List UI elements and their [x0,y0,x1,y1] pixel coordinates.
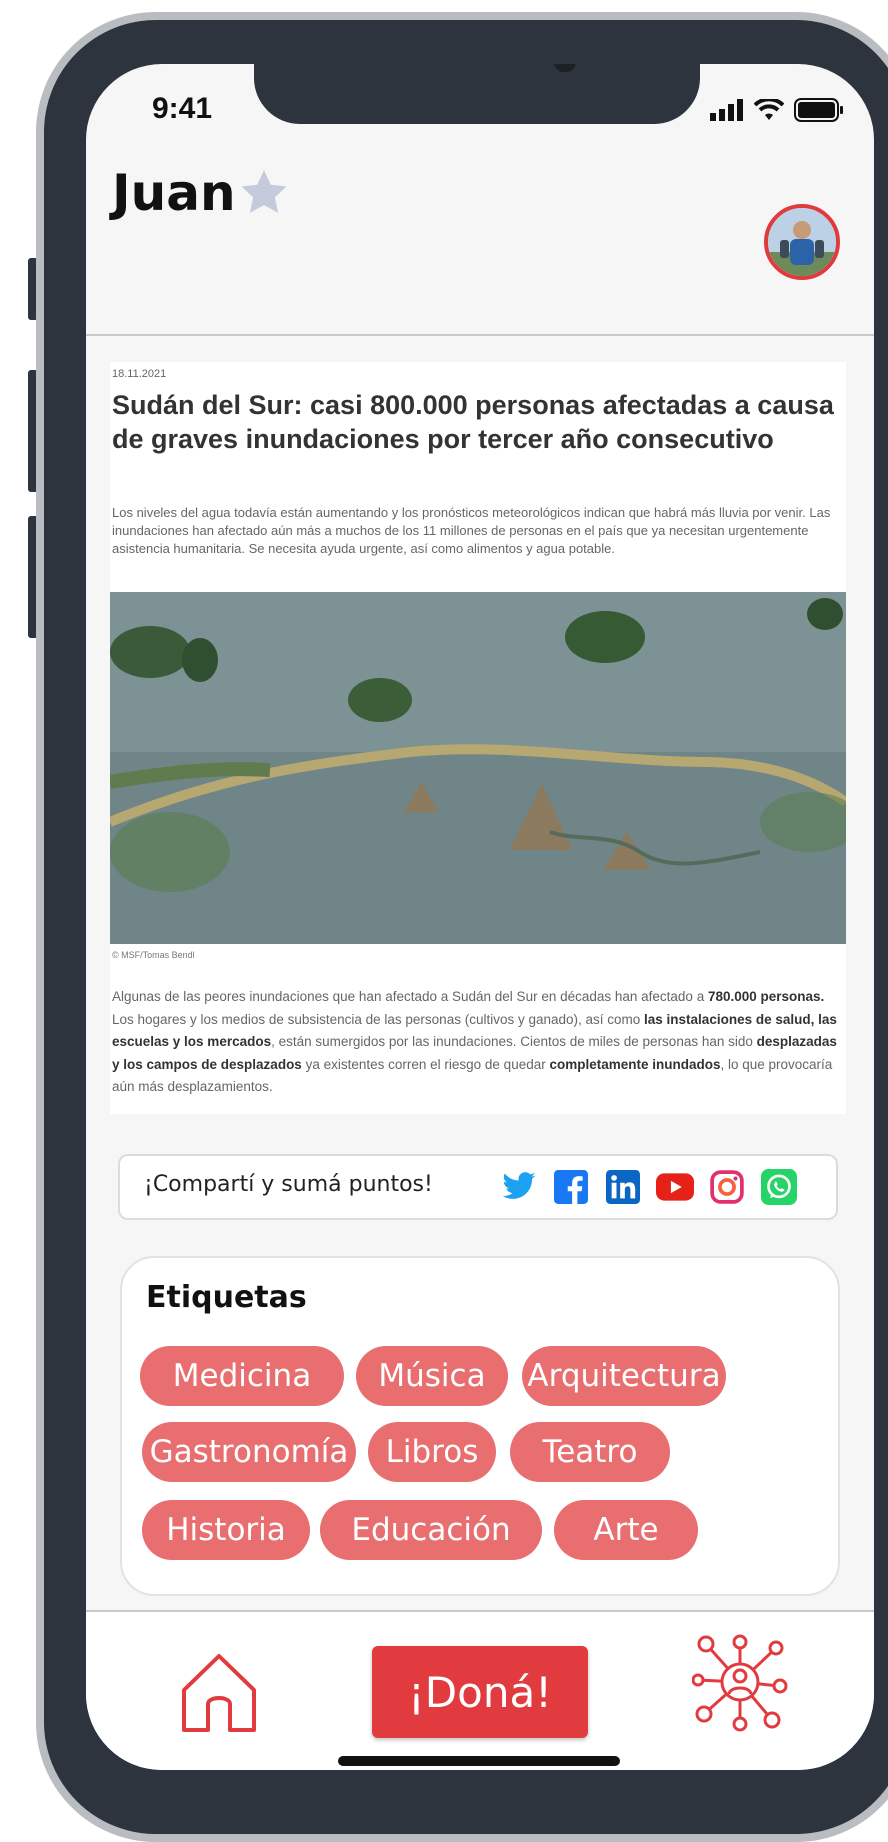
news-article[interactable]: 18.11.2021 Sudán del Sur: casi 800.000 p… [110,362,846,1114]
bottom-nav: ¡Doná! [86,1612,874,1770]
tag-libros[interactable]: Libros [368,1422,496,1482]
article-lead: Los niveles del agua todavía están aumen… [112,505,831,556]
tags-card: Etiquetas Medicina Música Arquitectura G… [120,1256,840,1596]
tag-educacion[interactable]: Educación [320,1500,542,1560]
page-title: Juan [112,164,290,222]
youtube-icon[interactable] [656,1168,694,1206]
avatar[interactable] [764,204,840,280]
tag-arte[interactable]: Arte [554,1500,698,1560]
tag-gastronomia[interactable]: Gastronomía [142,1422,356,1482]
status-icons [710,98,844,122]
wifi-icon [754,99,784,120]
tag-teatro[interactable]: Teatro [510,1422,670,1482]
home-icon[interactable] [180,1652,258,1738]
article-date: 18.11.2021 [112,368,167,380]
tag-historia[interactable]: Historia [142,1500,310,1560]
star-icon [241,170,287,213]
share-label: ¡Compartí y sumá puntos! [144,1172,433,1197]
user-name: Juan [112,164,236,222]
tags-title: Etiquetas [146,1280,307,1315]
article-body: Algunas de las peores inundaciones que h… [112,989,837,1094]
battery-icon [794,98,843,122]
share-icons [500,1168,798,1206]
signal-icon [710,99,743,121]
instagram-icon[interactable] [708,1168,746,1206]
notch [254,64,700,124]
article-photo [110,592,846,944]
avatar-photo [768,208,836,276]
network-icon[interactable] [691,1632,788,1736]
facebook-icon[interactable] [552,1168,590,1206]
tag-musica[interactable]: Música [356,1346,508,1406]
tag-arquitectura[interactable]: Arquitectura [522,1346,726,1406]
home-indicator [338,1756,620,1766]
header-divider [86,334,874,336]
article-title: Sudán del Sur: casi 800.000 personas afe… [112,390,834,454]
whatsapp-icon[interactable] [760,1168,798,1206]
status-time: 9:41 [152,92,213,125]
donate-button[interactable]: ¡Doná! [372,1646,588,1738]
photo-credit: © MSF/Tomas Bendl [112,950,195,960]
linkedin-icon[interactable] [604,1168,642,1206]
twitter-icon[interactable] [500,1168,538,1206]
tag-medicina[interactable]: Medicina [140,1346,344,1406]
share-bar: ¡Compartí y sumá puntos! [118,1154,838,1220]
app-screen: 9:41 Juan 18.11.2021 Sudán del Sur: casi… [86,64,874,1770]
